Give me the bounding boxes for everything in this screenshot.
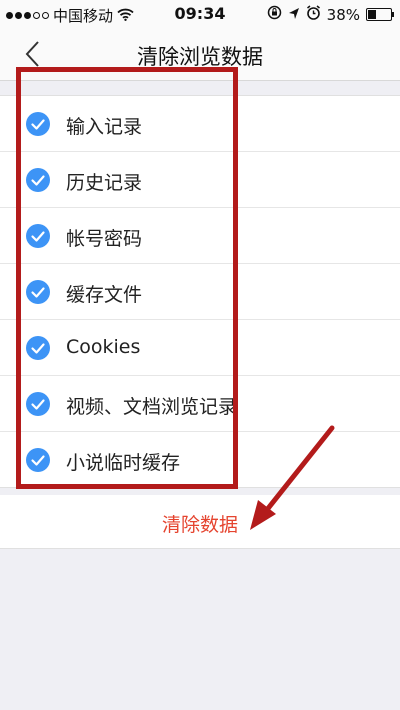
battery-percent: 38% xyxy=(326,5,360,24)
nav-bar: 清除浏览数据 xyxy=(0,28,400,81)
option-label: 输入记录 xyxy=(66,116,143,138)
option-label: 历史记录 xyxy=(66,172,143,194)
option-label: 缓存文件 xyxy=(66,284,143,306)
clear-option-item[interactable]: 小说临时缓存 xyxy=(0,432,400,487)
checkmark-icon[interactable] xyxy=(26,336,50,360)
checkmark-icon[interactable] xyxy=(26,280,50,304)
checkmark-icon[interactable] xyxy=(26,168,50,192)
checkmark-icon[interactable] xyxy=(26,448,50,472)
page-title: 清除浏览数据 xyxy=(137,45,263,69)
clear-option-item[interactable]: 输入记录 xyxy=(0,96,400,152)
clear-option-item[interactable]: 视频、文档浏览记录 xyxy=(0,376,400,432)
option-label: 视频、文档浏览记录 xyxy=(66,396,238,418)
battery-level xyxy=(368,10,376,19)
checkmark-icon[interactable] xyxy=(26,112,50,136)
alarm-icon xyxy=(306,5,321,24)
clear-option-item[interactable]: 历史记录 xyxy=(0,152,400,208)
rotation-lock-icon xyxy=(267,5,282,24)
checkmark-icon[interactable] xyxy=(26,224,50,248)
location-arrow-icon xyxy=(288,6,300,24)
status-right: 38% xyxy=(267,5,394,24)
clear-data-button[interactable]: 清除数据 xyxy=(0,495,400,549)
clear-options-list: 输入记录历史记录帐号密码缓存文件 Cookies 视频、文档浏览记录 小说临时缓存 xyxy=(0,95,400,488)
checkmark-icon[interactable] xyxy=(26,392,50,416)
option-label: 小说临时缓存 xyxy=(66,452,181,474)
clear-option-item[interactable]: 缓存文件 xyxy=(0,264,400,320)
status-bar: 中国移动 09:34 38% xyxy=(0,0,400,28)
clear-data-label: 清除数据 xyxy=(161,514,238,536)
option-label: 帐号密码 xyxy=(66,228,143,250)
option-label: Cookies xyxy=(66,336,141,358)
clear-option-item[interactable]: Cookies xyxy=(0,320,400,376)
clear-option-item[interactable]: 帐号密码 xyxy=(0,208,400,264)
battery-icon xyxy=(366,8,394,21)
